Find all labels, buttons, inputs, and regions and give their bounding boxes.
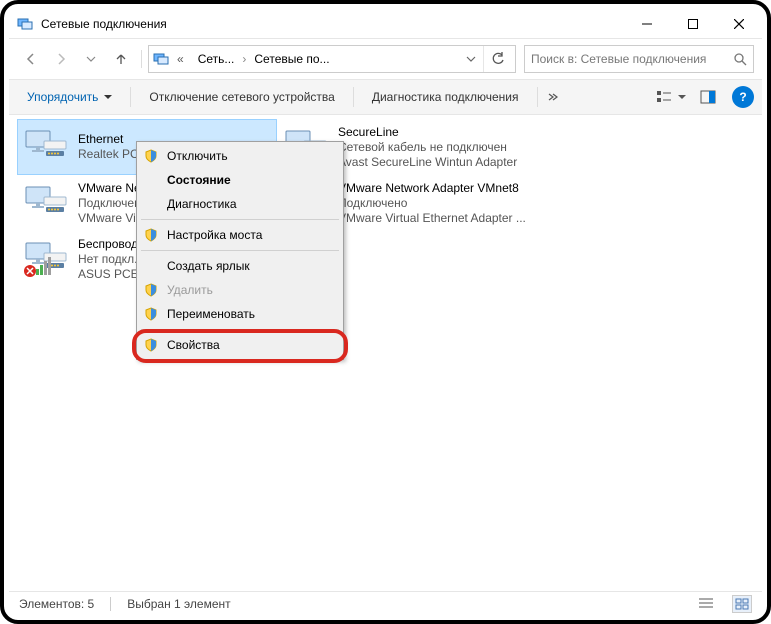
shield-icon (143, 282, 159, 298)
ctx-properties[interactable]: Свойства (139, 333, 341, 357)
minimize-button[interactable] (624, 9, 670, 39)
location-icon (153, 51, 169, 67)
breadcrumb-back[interactable]: « (171, 50, 190, 68)
forward-button[interactable] (47, 45, 75, 73)
search-icon (733, 52, 747, 66)
search-input[interactable]: Поиск в: Сетевые подключения (524, 45, 754, 73)
view-options-button[interactable] (652, 85, 690, 109)
back-button[interactable] (17, 45, 45, 73)
breadcrumb-connections[interactable]: Сетевые по... (248, 50, 335, 68)
address-dropdown[interactable] (461, 46, 481, 72)
titlebar: Сетевые подключения (9, 9, 762, 39)
preview-icon (700, 89, 716, 105)
network-adapter-icon (22, 183, 70, 223)
shield-icon (143, 148, 159, 164)
ctx-diagnose[interactable]: Диагностика (139, 192, 341, 216)
connections-grid: EthernetRealtek PCIe...SecureLineСетевой… (17, 119, 754, 287)
ctx-status[interactable]: Состояние (139, 168, 341, 192)
diagnose-button[interactable]: Диагностика подключения (362, 86, 529, 108)
organize-button[interactable]: Упорядочить (17, 86, 122, 108)
address-bar[interactable]: « Сеть... › Сетевые по... (148, 45, 516, 73)
network-adapter-icon (22, 239, 70, 279)
maximize-button[interactable] (670, 9, 716, 39)
ctx-shortcut[interactable]: Создать ярлык (139, 254, 341, 278)
up-button[interactable] (107, 45, 135, 73)
chevron-down-icon (104, 93, 112, 101)
status-selected: Выбран 1 элемент (127, 597, 230, 611)
disable-device-button[interactable]: Отключение сетевого устройства (139, 86, 344, 108)
view-icon (656, 89, 672, 105)
toolbar-overflow[interactable] (546, 92, 560, 102)
app-icon (17, 16, 33, 32)
ctx-bridge[interactable]: Настройка моста (139, 223, 341, 247)
chevron-right-icon: › (242, 52, 246, 66)
refresh-button[interactable] (483, 46, 511, 72)
shield-icon (143, 227, 159, 243)
shield-icon (143, 306, 159, 322)
connection-adapter: VMware Virtual Ethernet Adapter ... (338, 211, 532, 226)
connection-status: Сетевой кабель не подключен (338, 140, 532, 155)
recent-dropdown[interactable] (77, 45, 105, 73)
window-title: Сетевые подключения (41, 17, 624, 31)
content-area[interactable]: EthernetRealtek PCIe...SecureLineСетевой… (9, 115, 762, 591)
network-connections-window: Сетевые подключения « Сеть... › Сетевые … (9, 9, 762, 615)
window-controls (624, 9, 762, 38)
close-button[interactable] (716, 9, 762, 39)
ctx-delete: Удалить (139, 278, 341, 302)
breadcrumb-network[interactable]: Сеть... (192, 50, 241, 68)
navigation-bar: « Сеть... › Сетевые по... Поиск в: Сетев… (9, 39, 762, 79)
help-button[interactable]: ? (732, 86, 754, 108)
status-count: Элементов: 5 (19, 597, 94, 611)
connection-name: VMware Network Adapter VMnet8 (338, 181, 532, 196)
ctx-rename[interactable]: Переименовать (139, 302, 341, 326)
shield-icon (143, 337, 159, 353)
ctx-disable[interactable]: Отключить (139, 144, 341, 168)
chevron-down-icon (678, 93, 686, 101)
toolbar: Упорядочить Отключение сетевого устройст… (9, 79, 762, 115)
connection-name: SecureLine (338, 125, 532, 140)
preview-pane-button[interactable] (694, 85, 722, 109)
large-icons-view-button[interactable] (732, 595, 752, 613)
context-menu: Отключить Состояние Диагностика Настройк… (136, 141, 344, 360)
connection-status: Подключено (338, 196, 532, 211)
connection-adapter: Avast SecureLine Wintun Adapter (338, 155, 532, 170)
details-view-button[interactable] (696, 595, 716, 613)
network-adapter-icon (22, 127, 70, 167)
status-bar: Элементов: 5 Выбран 1 элемент (9, 591, 762, 615)
search-placeholder: Поиск в: Сетевые подключения (531, 52, 733, 66)
